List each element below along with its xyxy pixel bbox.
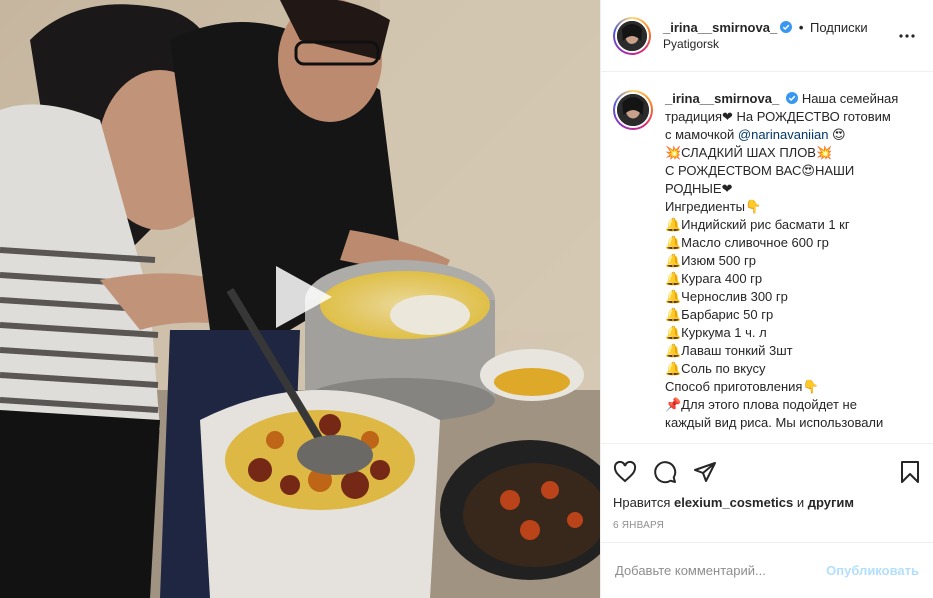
following-button[interactable]: Подписки (810, 20, 868, 35)
caption-line: 🔔Изюм 500 гр (665, 253, 756, 268)
verified-icon (780, 20, 793, 33)
caption-line: _irina__smirnova_ Наша семейная (665, 91, 899, 106)
caption-text: _irina__smirnova_ Наша семейная традиция… (665, 90, 905, 443)
caption-line: 🔔Куркума 1 ч. л (665, 325, 767, 340)
play-icon[interactable] (268, 262, 338, 332)
comment-box: Опубликовать (601, 542, 933, 598)
video-player[interactable] (0, 0, 600, 598)
header-text: _irina__smirnova_ • Подписки Pyatigorsk (663, 19, 895, 53)
caption-line: Ингредиенты👇 (665, 199, 762, 214)
post-modal: _irina__smirnova_ • Подписки Pyatigorsk … (0, 0, 933, 598)
caption-avatar[interactable] (613, 90, 653, 130)
share-icon[interactable] (693, 452, 733, 492)
caption-line: с мамочкой @narinavaniian 😍 (665, 127, 846, 142)
caption-line: 🔔Соль по вкусу (665, 361, 766, 376)
bookmark-icon[interactable] (881, 452, 921, 492)
separator-dot: • (798, 19, 804, 35)
likes-summary: Нравится elexium_cosmetics и другим (613, 495, 854, 510)
liker-link[interactable]: elexium_cosmetics (674, 495, 793, 510)
username-link[interactable]: _irina__smirnova_ (663, 20, 777, 35)
verified-icon (786, 91, 799, 104)
location-link[interactable]: Pyatigorsk (663, 36, 895, 53)
action-bar: Нравится elexium_cosmetics и другим 6 ян… (601, 443, 933, 542)
caption-line: С РОЖДЕСТВОМ ВАС😍НАШИ (665, 163, 855, 178)
post-sidebar: _irina__smirnova_ • Подписки Pyatigorsk … (600, 0, 933, 598)
caption-line: 🔔Курага 400 гр (665, 271, 763, 286)
caption-line: 🔔Индийский рис басмати 1 кг (665, 217, 850, 232)
caption-section: _irina__smirnova_ Наша семейная традиция… (601, 72, 933, 443)
caption-line: 🔔Лаваш тонкий 3шт (665, 343, 793, 358)
avatar[interactable] (613, 16, 651, 55)
mention-link[interactable]: @narinavaniian (738, 127, 829, 142)
caption-line: РОДНЫЕ❤ (665, 181, 733, 196)
comment-icon[interactable] (653, 452, 693, 492)
like-icon[interactable] (613, 452, 653, 492)
caption-line: 📌Для этого плова подойдет не (665, 397, 857, 412)
caption-line: 🔔Барбарис 50 гр (665, 307, 774, 322)
caption-line: 🔔Масло сливочное 600 гр (665, 235, 829, 250)
caption-line: традиция❤ На РОЖДЕСТВО готовим (665, 109, 891, 124)
post-header: _irina__smirnova_ • Подписки Pyatigorsk (601, 0, 933, 72)
post-date[interactable]: 6 января (613, 520, 921, 542)
caption-line: 🔔Чернослив 300 гр (665, 289, 788, 304)
more-options-icon[interactable] (895, 24, 919, 48)
caption-line: каждый вид риса. Мы использовали (665, 415, 884, 430)
likes-others-link[interactable]: другим (808, 495, 854, 510)
caption-line: Способ приготовления👇 (665, 379, 819, 394)
caption-username[interactable]: _irina__smirnova_ (665, 91, 779, 106)
publish-button[interactable]: Опубликовать (826, 563, 919, 578)
caption-line: 💥СЛАДКИЙ ШАХ ПЛОВ💥 (665, 145, 833, 160)
comment-input[interactable] (615, 563, 827, 578)
